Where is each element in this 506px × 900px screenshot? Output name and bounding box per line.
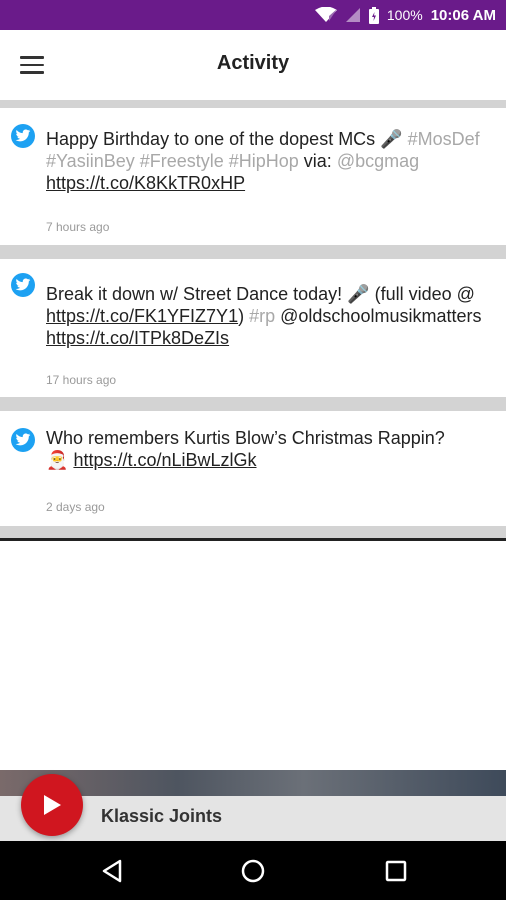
tweet-text: Break it down w/ Street Dance today! 🎤 (…: [46, 283, 496, 349]
tweet-paren: ): [238, 306, 245, 326]
tweet-link[interactable]: https://t.co/nLiBwLzlGk: [73, 450, 256, 470]
santa-emoji-icon: 🎅: [46, 450, 69, 470]
list-item[interactable]: Happy Birthday to one of the dopest MCs …: [0, 108, 506, 245]
twitter-icon: [11, 428, 35, 452]
tweet-timestamp: 2 days ago: [46, 500, 105, 514]
list-item[interactable]: Who remembers Kurtis Blow’s Christmas Ra…: [0, 411, 506, 526]
tweet-link[interactable]: https://t.co/K8KkTR0xHP: [46, 173, 245, 193]
activity-feed: Happy Birthday to one of the dopest MCs …: [0, 100, 506, 541]
tweet-text: Who remembers Kurtis Blow’s Christmas Ra…: [46, 427, 496, 471]
wifi-icon: [314, 7, 337, 23]
divider: [0, 397, 506, 411]
microphone-icon: 🎤: [347, 284, 370, 304]
divider: [0, 526, 506, 538]
signal-icon: [345, 7, 361, 23]
player-title: Klassic Joints: [101, 806, 223, 826]
tweet-text: Happy Birthday to one of the dopest MCs …: [46, 128, 496, 194]
home-icon[interactable]: [239, 857, 267, 885]
list-item[interactable]: Break it down w/ Street Dance today! 🎤 (…: [0, 259, 506, 397]
tweet-body: Happy Birthday to one of the dopest MCs: [46, 129, 381, 149]
tweet-mention[interactable]: @oldschoolmusikmatters: [280, 306, 481, 326]
twitter-icon: [11, 273, 35, 297]
clock: 10:06 AM: [430, 6, 496, 24]
tweet-link[interactable]: https://t.co/FK1YFIZ7Y1: [46, 306, 238, 326]
divider: [0, 245, 506, 259]
twitter-icon: [11, 124, 35, 148]
tweet-via: via:: [298, 151, 332, 171]
navigation-bar: [0, 841, 506, 900]
recents-icon[interactable]: [382, 857, 410, 885]
tweet-timestamp: 7 hours ago: [46, 220, 110, 234]
battery-icon: [368, 6, 379, 24]
page-title: Activity: [216, 52, 290, 74]
play-icon: [44, 795, 61, 815]
tweet-mention[interactable]: @bcgmag: [337, 151, 419, 171]
divider-dark: [0, 538, 506, 541]
tweet-link-2[interactable]: https://t.co/ITPk8DeZIs: [46, 328, 229, 348]
microphone-icon: 🎤: [380, 129, 403, 149]
tweet-body: Who remembers Kurtis Blow’s Christmas Ra…: [46, 428, 445, 448]
app-bar: Activity: [0, 30, 506, 100]
status-bar: 100% 10:06 AM: [0, 0, 506, 30]
battery-percent: 100%: [386, 7, 423, 23]
tweet-body-2: (full video @: [369, 284, 475, 304]
tweet-body: Break it down w/ Street Dance today!: [46, 284, 348, 304]
back-icon[interactable]: [98, 857, 126, 885]
tweet-hashtag[interactable]: #rp: [249, 306, 275, 326]
play-button[interactable]: [21, 774, 83, 836]
tweet-timestamp: 17 hours ago: [46, 373, 117, 387]
divider: [0, 100, 506, 108]
